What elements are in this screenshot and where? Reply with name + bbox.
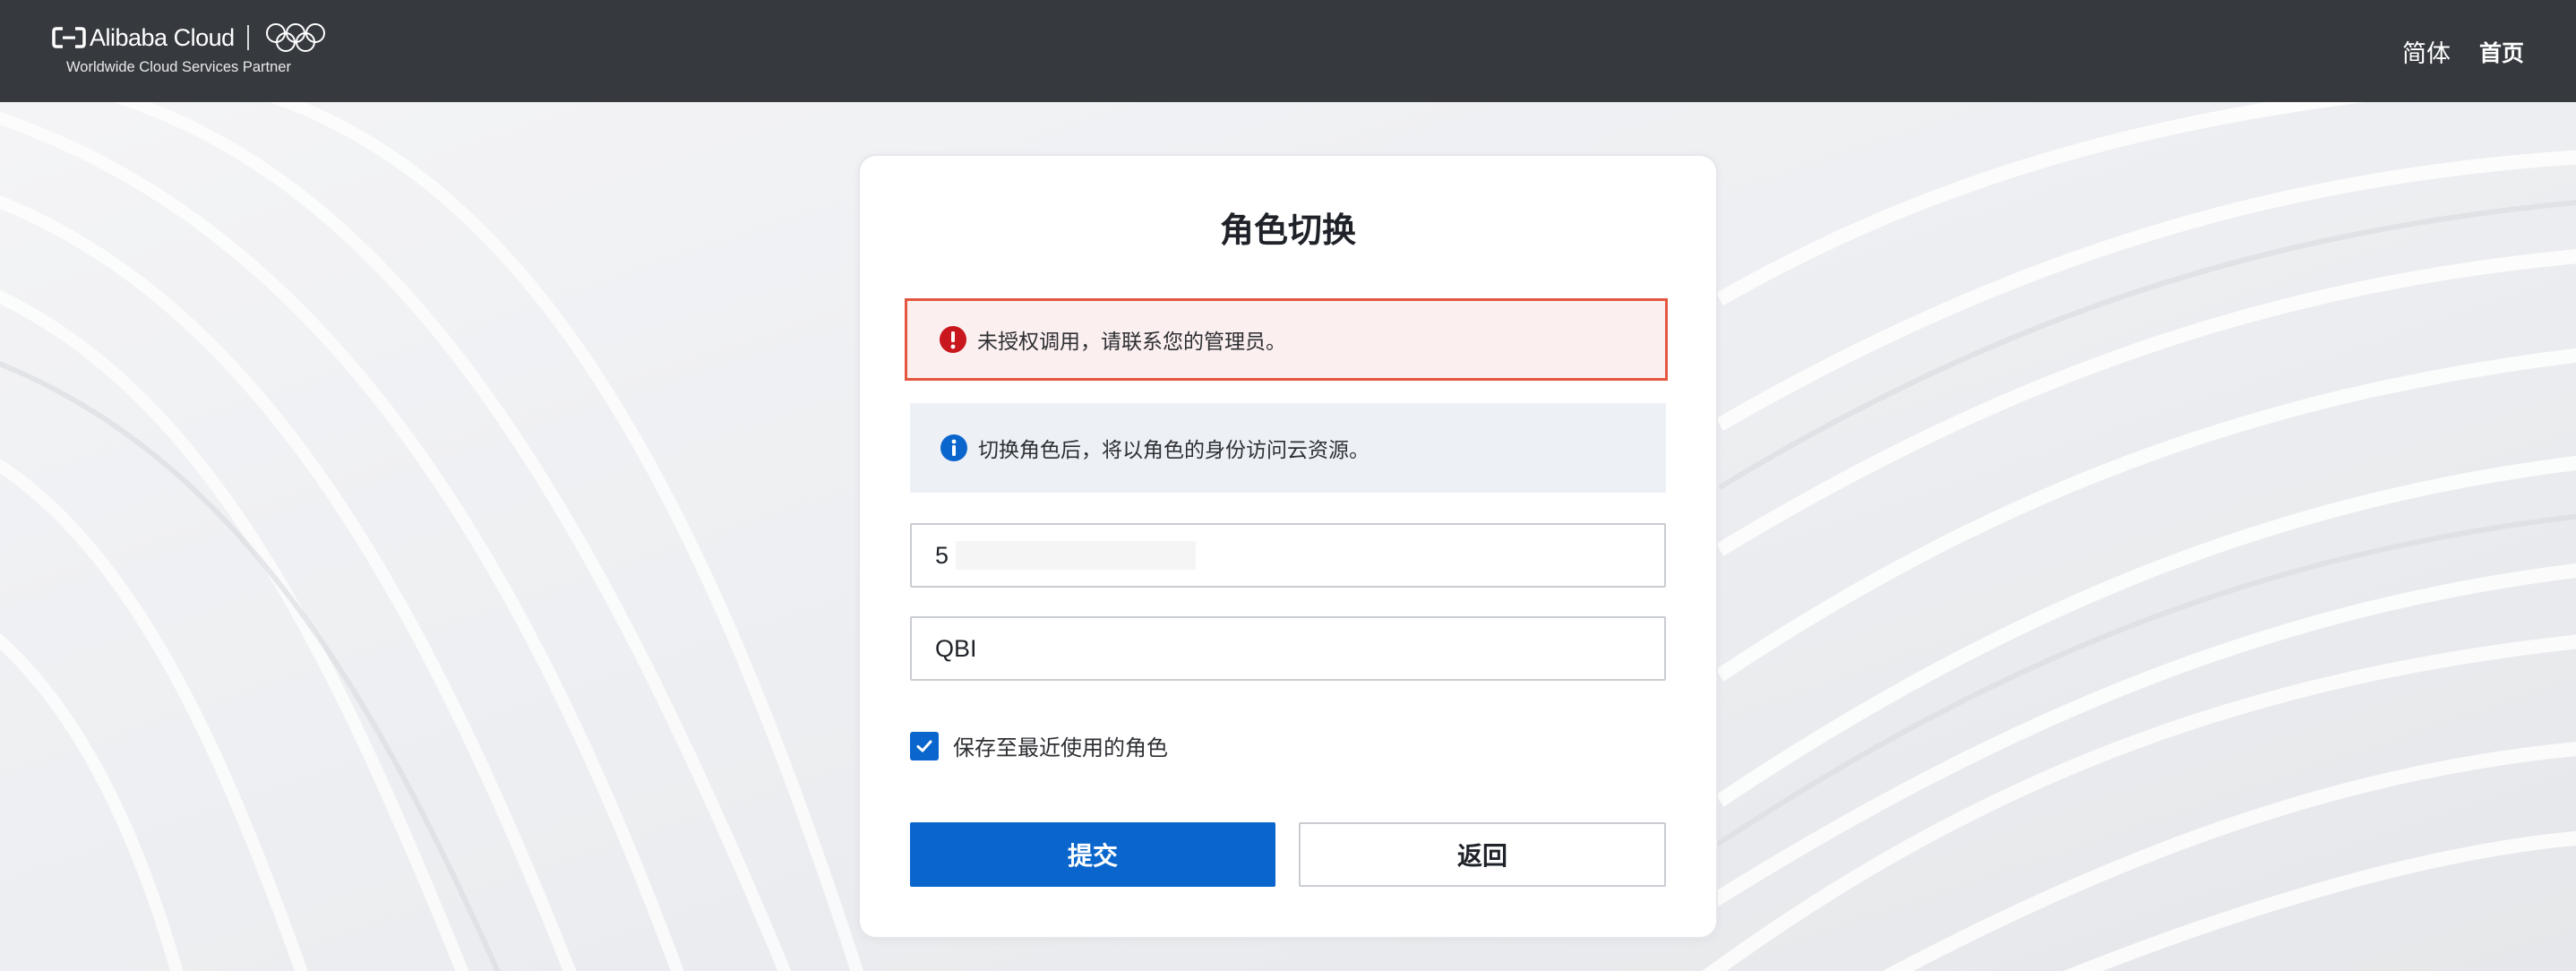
error-alert: 未授权调用，请联系您的管理员。 — [905, 298, 1668, 381]
remember-role-option[interactable]: 保存至最近使用的角色 — [910, 730, 1168, 761]
brand-tagline: Worldwide Cloud Services Partner — [66, 59, 291, 75]
remember-role-label: 保存至最近使用的角色 — [953, 735, 1168, 760]
back-button[interactable]: 返回 — [1299, 822, 1666, 887]
page: Alibaba Cloud Worldwide Cloud Services P… — [0, 0, 2576, 971]
role-name-input[interactable]: QBI — [910, 616, 1666, 681]
home-link[interactable]: 首页 — [2479, 36, 2524, 68]
info-alert: 切换角色后，将以角色的身份访问云资源。 — [910, 403, 1666, 493]
language-switch-link[interactable]: 简体 — [2402, 34, 2451, 69]
checkmark-icon — [916, 740, 932, 752]
error-circle-icon — [940, 326, 966, 353]
role-switch-card: 角色切换 未授权调用，请联系您的管理员。 切换角色后，将以角色的身份访问云资源。… — [858, 154, 1718, 939]
header-nav: 简体 首页 — [2402, 34, 2524, 69]
olympic-rings-icon — [265, 23, 325, 52]
card-title: 角色切换 — [1219, 211, 1356, 250]
info-circle-icon — [940, 434, 967, 461]
account-id-input[interactable]: 5 — [910, 523, 1666, 588]
error-alert-text: 未授权调用，请联系您的管理员。 — [977, 331, 1286, 354]
account-id-value: 5 — [935, 541, 949, 569]
brand-name: Alibaba Cloud — [90, 23, 235, 51]
top-navigation-bar: Alibaba Cloud Worldwide Cloud Services P… — [0, 0, 2576, 102]
remember-role-checkbox[interactable] — [910, 731, 939, 760]
submit-button[interactable]: 提交 — [910, 822, 1275, 887]
brand-divider — [246, 25, 249, 50]
role-name-value: QBI — [935, 634, 977, 662]
brand-logo[interactable]: Alibaba Cloud Worldwide Cloud Services P… — [52, 21, 339, 84]
alibaba-cloud-logo-icon — [52, 27, 86, 48]
info-alert-text: 切换角色后，将以角色的身份访问云资源。 — [978, 439, 1370, 462]
redacted-account-id — [956, 541, 1197, 570]
